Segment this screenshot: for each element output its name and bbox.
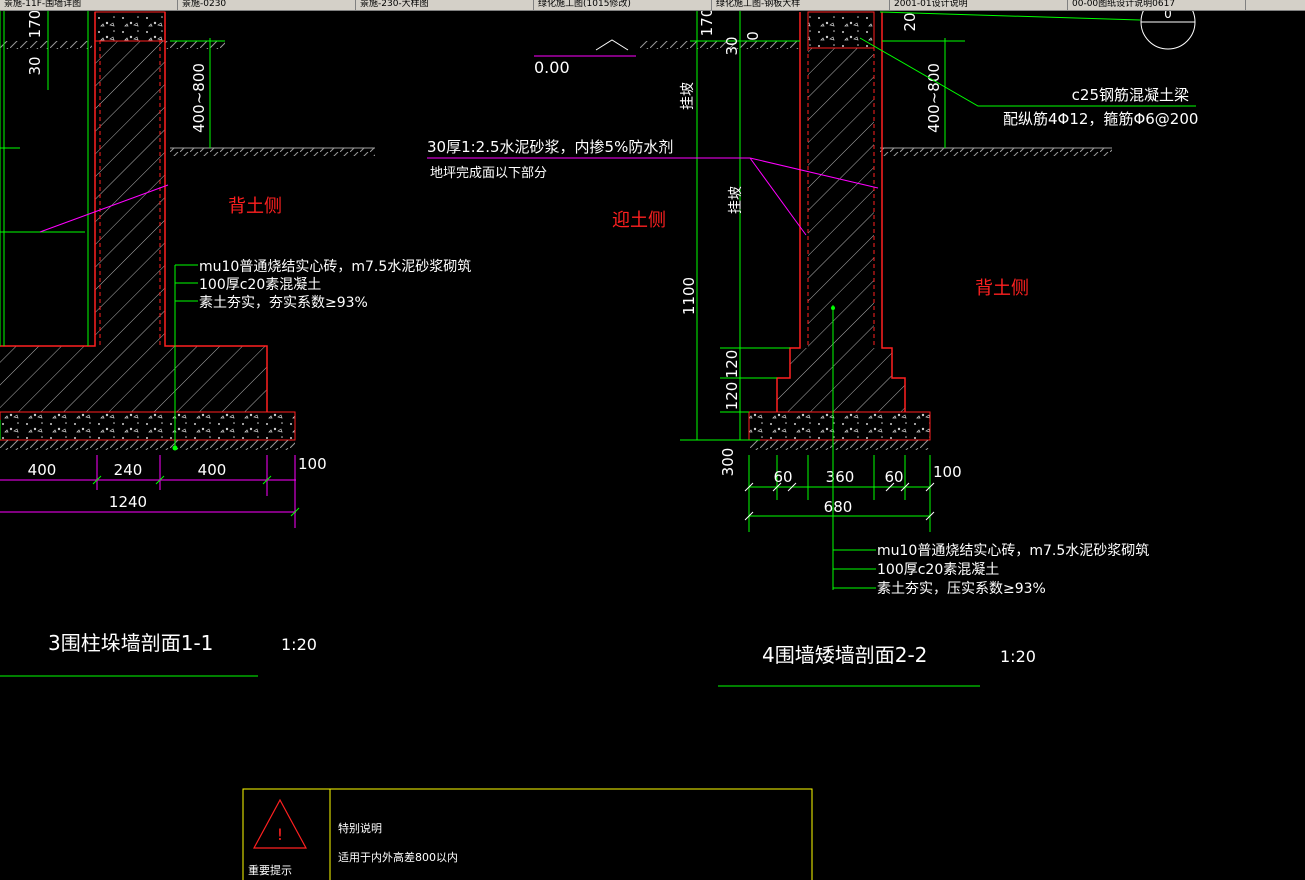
right-ground-hatch-right	[880, 148, 1112, 156]
left-ground-hatch-right	[170, 148, 375, 156]
right-dim-300: 300	[719, 448, 737, 477]
right-side-label-left: 迎土侧	[612, 210, 666, 231]
left-note-1: mu10普通烧结实心砖，m7.5水泥砂浆砌筑	[199, 259, 471, 275]
tab-3[interactable]: 景施-230-大样图	[356, 0, 534, 10]
right-vertical-label-2: 挂坡	[728, 186, 744, 214]
right-dim-360: 360	[826, 468, 855, 486]
right-dim-30: 30	[723, 36, 741, 55]
beam-note-2: 配纵筋4Φ12，箍筋Φ6@200	[1003, 110, 1198, 128]
warning-label: 重要提示	[248, 863, 292, 877]
right-dim-170: 170	[698, 8, 716, 37]
right-note-1: mu10普通烧结实心砖，m7.5水泥砂浆砌筑	[877, 543, 1149, 559]
right-note-3: 素土夯实，压实系数≥93%	[877, 581, 1046, 597]
right-dim-60-b: 60	[884, 468, 903, 486]
left-base-concrete	[0, 411, 296, 441]
left-dim-400-800: 400~800	[190, 63, 208, 133]
right-ground-hatch-top	[640, 41, 800, 49]
left-note-3: 素土夯实，夯实系数≥93%	[199, 295, 368, 311]
document-tab-bar: 景施-11F-围墙详图 景施-0230 景施-230-大样图 绿化施工图(101…	[0, 0, 1305, 11]
right-dim-chain-lines	[748, 455, 931, 532]
left-note-dot	[172, 445, 178, 451]
left-dim-30: 30	[26, 56, 44, 75]
left-note-2: 100厚c20素混凝土	[199, 277, 321, 293]
warning-heading: 特别说明	[338, 821, 382, 835]
ground-level-marker	[595, 39, 629, 51]
left-dim-240: 240	[114, 461, 143, 479]
right-dim-120-a: 120	[723, 350, 741, 379]
right-dim-1100: 1100	[680, 277, 698, 315]
right-base-soil	[749, 440, 930, 450]
tab-2[interactable]: 景施-0230	[178, 0, 356, 10]
tab-7[interactable]: 00-00图纸设计说明0617	[1068, 0, 1246, 10]
left-ground-hatch-left	[0, 41, 92, 49]
right-dim-680: 680	[824, 498, 853, 516]
left-dim-100: 100	[298, 455, 327, 473]
left-dim-170: 170	[26, 10, 44, 39]
left-section: 170 30 400~800 背土侧 mu10普通烧结实心砖，m7.5水泥砂浆砌…	[0, 0, 471, 677]
right-dim-400-800: 400~800	[925, 63, 943, 133]
right-base-concrete	[748, 411, 931, 441]
left-section-title: 3围柱垛墙剖面1-1	[48, 631, 213, 655]
right-note-2: 100厚c20素混凝土	[877, 562, 999, 578]
tab-4[interactable]: 绿化施工图(1015修改)	[534, 0, 712, 10]
right-wall-hatch	[808, 48, 874, 348]
beam-note-1: c25钢筋混凝土梁	[1072, 86, 1189, 104]
left-dim-400-b: 400	[198, 461, 227, 479]
left-cap	[94, 11, 166, 42]
right-vertical-label-1: 挂坡	[680, 82, 696, 110]
right-side-label-right: 背土侧	[975, 278, 1029, 299]
right-section: 0.00 170 30 挂坡 挂坡 1100 120 120 300 0 20 …	[427, 0, 1198, 687]
right-dim-small: 0	[744, 31, 762, 41]
left-ground-hatch-top	[165, 41, 225, 49]
warning-icon-mark: !	[277, 825, 283, 844]
waterproof-note-1: 30厚1:2.5水泥砂浆，内掺5%防水剂	[427, 138, 673, 156]
right-note-dot	[831, 306, 835, 310]
left-footing-hatch	[0, 346, 267, 412]
right-dim-120-b: 120	[723, 382, 741, 411]
left-base-soil	[0, 440, 295, 450]
right-dim-20: 20	[901, 12, 919, 31]
waterproof-note-2: 地坪完成面以下部分	[430, 166, 547, 181]
right-beam-cap	[807, 11, 875, 49]
callout-leader	[879, 11, 1141, 21]
tab-5[interactable]: 绿化施工图-钢板大样	[712, 0, 890, 10]
tab-6[interactable]: 2001-01设计说明	[890, 0, 1068, 10]
right-footing-hatch	[777, 348, 905, 412]
warning-box: ! 重要提示 特别说明 适用于内外高差800以内	[242, 788, 813, 880]
right-section-scale: 1:20	[1000, 647, 1036, 666]
right-dim-100: 100	[933, 463, 962, 481]
left-column-outline	[0, 0, 89, 346]
tab-1[interactable]: 景施-11F-围墙详图	[0, 0, 178, 10]
left-dim-1240: 1240	[109, 493, 147, 511]
warning-body: 适用于内外高差800以内	[338, 850, 458, 864]
left-side-label: 背土侧	[228, 196, 282, 217]
right-dim-60-a: 60	[773, 468, 792, 486]
cad-drawing-canvas[interactable]: 170 30 400~800 背土侧 mu10普通烧结实心砖，m7.5水泥砂浆砌…	[0, 0, 1305, 880]
left-dim-400-a: 400	[28, 461, 57, 479]
warning-frame	[242, 788, 813, 880]
left-section-scale: 1:20	[281, 635, 317, 654]
left-wall-hatch	[95, 41, 165, 346]
right-section-title: 4围墙矮墙剖面2-2	[762, 643, 927, 667]
ground-level-value: 0.00	[534, 58, 570, 77]
